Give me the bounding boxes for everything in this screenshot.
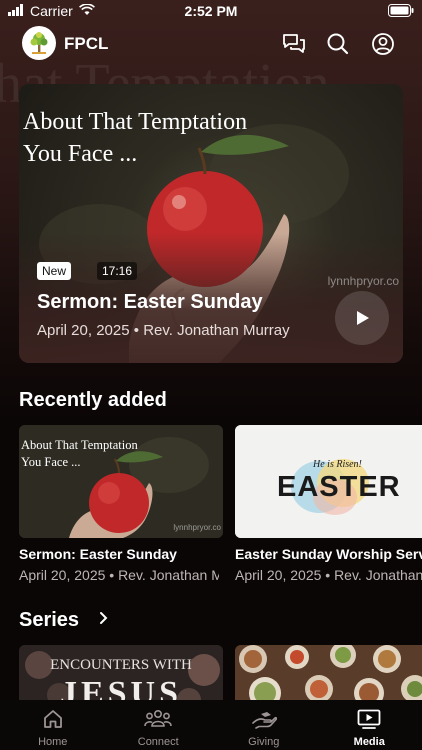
chevron-right-icon	[99, 612, 108, 624]
easter-big-text: EASTER	[277, 471, 401, 503]
app-name: FPCL	[64, 34, 109, 53]
tab-connect-label: Connect	[137, 736, 179, 748]
hero-separator: •	[133, 322, 140, 339]
card2-title: Easter Sunday Worship Service	[235, 546, 422, 562]
tab-giving[interactable]: Giving	[211, 700, 317, 750]
tab-giving-label: Giving	[248, 736, 280, 748]
media-icon	[317, 708, 422, 730]
recently-added-heading: Recently added	[19, 389, 167, 411]
hero-speaker: Rev. Jonathan Murray	[143, 322, 290, 339]
battery-icon	[388, 4, 414, 20]
play-icon	[357, 311, 369, 325]
church-logo[interactable]	[22, 26, 56, 60]
card1-art-text: About That Temptation You Face ...	[21, 437, 138, 471]
easter-small-text: He is Risen!	[313, 459, 362, 470]
tab-home[interactable]: Home	[0, 700, 106, 750]
series1-line1: ENCOUNTERS WITH	[50, 657, 192, 673]
hero-date: April 20, 2025	[37, 322, 130, 339]
hero-art-line2: You Face ...	[23, 141, 138, 167]
recent-card-1[interactable]: About That Temptation You Face ... lynnh…	[19, 425, 223, 538]
tab-media-label: Media	[353, 736, 385, 748]
series2-food-artwork	[235, 645, 422, 707]
tab-connect[interactable]: Connect	[106, 700, 212, 750]
tab-bar: Home Connect Giving Media	[0, 700, 422, 750]
status-time: 2:52 PM	[184, 3, 238, 19]
hero-title: Sermon: Easter Sunday	[37, 291, 263, 313]
search-icon[interactable]	[325, 31, 351, 57]
play-button[interactable]	[335, 291, 389, 345]
series-card-2[interactable]	[235, 645, 422, 707]
chat-icon[interactable]	[281, 31, 307, 57]
card1-art-line1: About That Temptation	[21, 438, 138, 452]
hero-watermark: lynnhpryor.co	[327, 274, 399, 288]
recent-card-2[interactable]: He is Risen! EASTER	[235, 425, 422, 538]
connect-icon	[106, 708, 212, 730]
home-icon	[0, 708, 106, 730]
featured-sermon-card[interactable]: About That Temptation You Face ... lynnh…	[19, 84, 403, 363]
card1-title: Sermon: Easter Sunday	[19, 546, 177, 562]
tree-logo-icon	[30, 32, 48, 54]
profile-icon[interactable]	[370, 31, 396, 57]
giving-icon	[211, 708, 317, 730]
card2-meta: April 20, 2025 • Rev. Jonathan Murray	[235, 567, 422, 583]
card1-meta: April 20, 2025 • Rev. Jonathan Murray	[19, 567, 219, 583]
series-heading[interactable]: Series	[19, 609, 111, 632]
new-badge: New	[37, 262, 72, 280]
hero-art-text: About That Temptation You Face ...	[23, 106, 323, 170]
card1-art-line2: You Face ...	[21, 455, 81, 469]
card1-watermark: lynnhpryor.co	[173, 523, 221, 532]
status-bar: Carrier 2:52 PM	[0, 0, 422, 22]
app-header: FPCL	[0, 26, 422, 62]
hero-art-line1: About That Temptation	[23, 109, 248, 135]
duration-badge: 17:16	[97, 262, 138, 280]
series-heading-label: Series	[19, 609, 80, 631]
hero-meta: April 20, 2025 • Rev. Jonathan Murray	[37, 322, 290, 339]
tab-home-label: Home	[38, 736, 68, 748]
tab-media[interactable]: Media	[317, 700, 422, 750]
series-card-1[interactable]: ENCOUNTERS WITH JESUS	[19, 645, 223, 707]
